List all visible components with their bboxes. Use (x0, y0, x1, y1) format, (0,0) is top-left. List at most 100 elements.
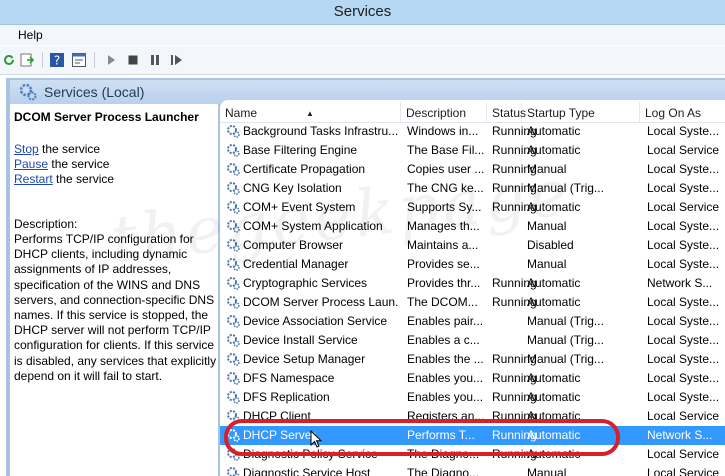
cell-name: Certificate Propagation (243, 162, 366, 176)
menu-bar: Help (0, 25, 725, 45)
table-row[interactable]: COM+ System Application Manages th... Manu… (220, 217, 725, 236)
gear-icon (226, 200, 240, 214)
cell-description: The DCOM... (407, 295, 478, 309)
cell-description: Windows in... (407, 124, 479, 138)
restart-action-text: the service (52, 172, 115, 186)
gear-icon (226, 428, 240, 442)
cell-logon: Local Service (647, 466, 720, 476)
column-header-status[interactable]: Status (487, 102, 526, 122)
service-description: Performs TCP/IP configuration for DHCP c… (14, 232, 217, 383)
pane-title: Services (Local) (44, 84, 145, 100)
cell-startup: Automatic (527, 124, 581, 138)
window-title: Services (333, 3, 392, 20)
column-header-description[interactable]: Description (401, 102, 487, 122)
cell-logon: Local Syste... (647, 124, 720, 138)
table-row[interactable]: Device Association Service Enables pair..… (220, 312, 725, 331)
service-details-pane: DCOM Server Process Launcher Stop the se… (10, 104, 218, 476)
table-row[interactable]: Device Setup Manager Enables the ... Runni… (220, 350, 725, 369)
cell-startup: Manual (Trig... (527, 333, 604, 347)
toolbar-separator (42, 52, 43, 68)
table-row[interactable]: DHCP Server Performs T... Running Automatic… (220, 426, 725, 445)
cell-logon: Network S... (647, 276, 713, 290)
cell-startup: Manual (Trig... (527, 181, 604, 195)
cell-logon: Local Service (647, 143, 720, 157)
table-row[interactable]: DFS Replication Enables you... Running Auto… (220, 388, 725, 407)
restart-service-icon[interactable] (168, 51, 186, 69)
cell-startup: Automatic (527, 371, 581, 385)
stop-service-icon[interactable] (124, 51, 142, 69)
window-title-bar: Services (0, 0, 725, 25)
cell-logon: Local Syste... (647, 390, 720, 404)
cell-logon: Local Service (647, 200, 720, 214)
pause-link[interactable]: Pause (14, 157, 48, 171)
gear-icon (226, 352, 240, 366)
cell-description: The Diagno... (407, 447, 480, 461)
table-row[interactable]: DFS Namespace Enables you... Running Automa… (220, 369, 725, 388)
cell-logon: Local Service (647, 409, 720, 423)
cell-description: Provides se... (407, 257, 480, 271)
services-list[interactable]: Name ▲ Description Status Startup Type L… (220, 100, 725, 476)
stop-link[interactable]: Stop (14, 142, 39, 156)
gear-icon (226, 162, 240, 176)
pause-service-icon[interactable] (146, 51, 164, 69)
table-row[interactable]: CNG Key Isolation The CNG ke... Running Man… (220, 179, 725, 198)
cell-name: Credential Manager (243, 257, 349, 271)
cell-name: COM+ Event System (243, 200, 356, 214)
cell-startup: Manual (Trig... (527, 314, 604, 328)
cell-description: Copies user ... (407, 162, 485, 176)
cell-description: Enables a c... (407, 333, 480, 347)
help-icon[interactable]: ? (48, 51, 66, 69)
cell-startup: Automatic (527, 200, 581, 214)
column-header-log-on-as[interactable]: Log On As (640, 102, 725, 122)
cell-name: DHCP Server (243, 428, 316, 442)
cell-startup: Automatic (527, 447, 581, 461)
toolbar: ? (0, 46, 725, 75)
export-list-icon[interactable] (18, 51, 36, 69)
properties-icon[interactable] (70, 51, 88, 69)
cell-logon: Local Syste... (647, 371, 720, 385)
start-service-icon[interactable] (102, 51, 120, 69)
table-row[interactable]: Computer Browser Maintains a... Disabled Lo… (220, 236, 725, 255)
column-header-name[interactable]: Name ▲ (220, 102, 401, 122)
cell-logon: Local Service (647, 447, 720, 461)
cell-name: CNG Key Isolation (243, 181, 342, 195)
cell-name: Diagnostic Policy Service (243, 447, 378, 461)
cell-name: Device Association Service (243, 314, 388, 328)
column-header-startup-type[interactable]: Startup Type (522, 102, 640, 122)
table-row[interactable]: Background Tasks Infrastru... Windows in.… (220, 122, 725, 141)
cell-name: Computer Browser (243, 238, 344, 252)
refresh-icon[interactable] (0, 51, 18, 69)
table-row[interactable]: COM+ Event System Supports Sy... Running Au… (220, 198, 725, 217)
table-row[interactable]: Cryptographic Services Provides thr... Run… (220, 274, 725, 293)
table-row[interactable]: Credential Manager Provides se... Manual Lo… (220, 255, 725, 274)
menu-help[interactable]: Help (18, 25, 43, 45)
cell-logon: Local Syste... (647, 295, 720, 309)
gear-icon (226, 333, 240, 347)
table-row[interactable]: Device Install Service Enables a c... Manu… (220, 331, 725, 350)
table-row[interactable]: DCOM Server Process Laun... The DCOM... Ru… (220, 293, 725, 312)
gear-icon (226, 181, 240, 195)
restart-link[interactable]: Restart (14, 172, 53, 186)
stop-action-text: the service (38, 142, 101, 156)
cell-description: Enables the ... (407, 352, 484, 366)
gear-icon (226, 466, 240, 476)
gear-icon (226, 371, 240, 385)
cell-description: Maintains a... (407, 238, 479, 252)
cell-description: Manages th... (407, 219, 480, 233)
toolbar-separator (94, 52, 95, 68)
cell-name: DHCP Client (243, 409, 311, 423)
cell-startup: Manual (527, 162, 567, 176)
cell-startup: Manual (527, 466, 567, 476)
gear-icon (226, 257, 240, 271)
table-row[interactable]: Base Filtering Engine The Base Fil... Runn… (220, 141, 725, 160)
selected-service-name: DCOM Server Process Launcher (14, 110, 199, 124)
table-row[interactable]: Diagnostic Service Host The Diagno... Manu… (220, 464, 725, 476)
table-row[interactable]: Certificate Propagation Copies user ... Ru… (220, 160, 725, 179)
cell-description: Enables you... (407, 390, 484, 404)
cell-name: Base Filtering Engine (243, 143, 358, 157)
gear-icon (226, 219, 240, 233)
gear-icon (226, 295, 240, 309)
cell-name: Diagnostic Service Host (243, 466, 371, 476)
table-row[interactable]: DHCP Client Registers an... Running Automat… (220, 407, 725, 426)
table-row[interactable]: Diagnostic Policy Service The Diagno... Ru… (220, 445, 725, 464)
